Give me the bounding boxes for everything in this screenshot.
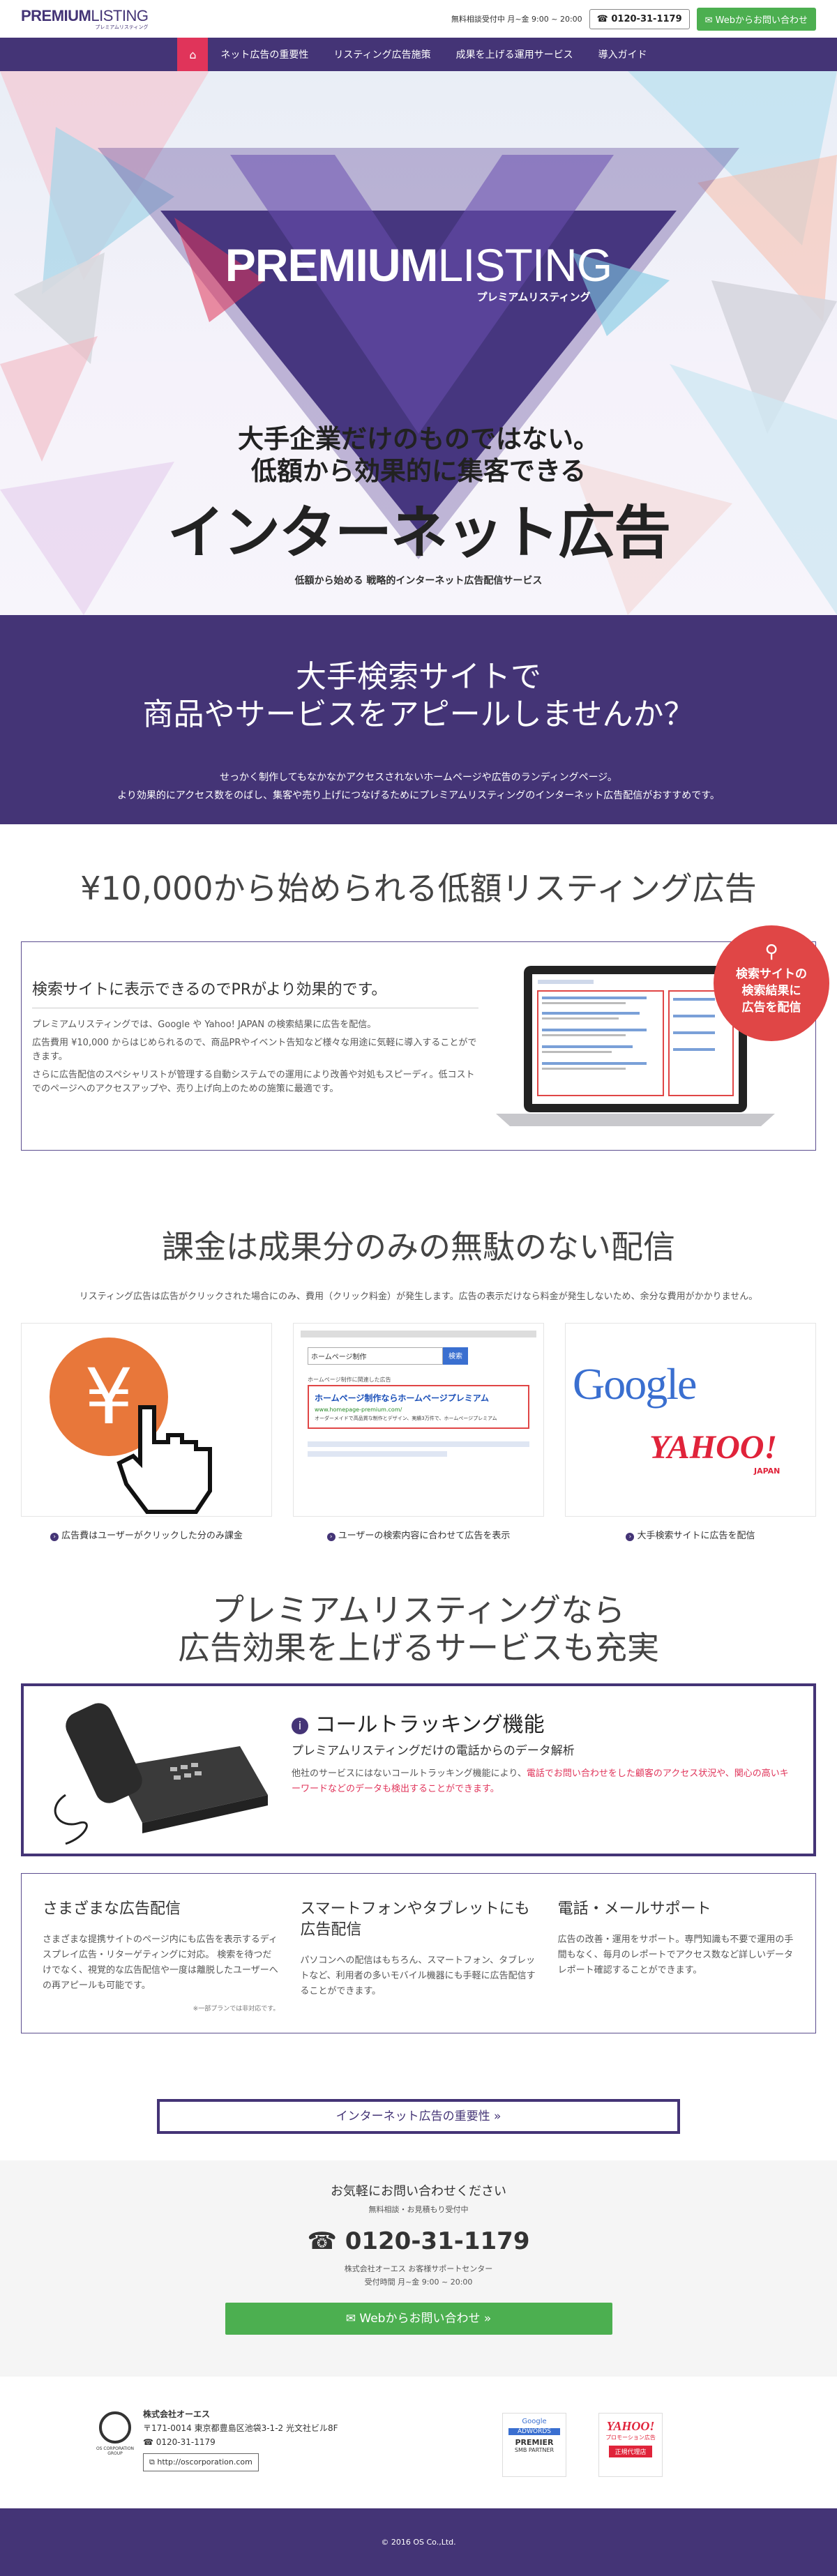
hours-text: 無料相談受付中 月~金 9:00 ~ 20:00: [451, 15, 582, 24]
google-logo: Google: [573, 1359, 697, 1409]
logo-sub: プレミアムリスティング: [95, 24, 149, 30]
mail-icon: ✉: [704, 15, 716, 26]
phone-icon: ☎: [596, 13, 612, 24]
external-link-icon: ⧉: [149, 2457, 158, 2467]
circle-arrow-icon: ›: [326, 1533, 335, 1541]
search-engine-logos-image: Google YAHOO! JAPAN: [565, 1323, 816, 1517]
feature-column: スマートフォンやタブレットにも広告配信 パソコンへの配信はもちろん、スマートフォ…: [289, 1899, 547, 2033]
hand-cursor-icon: [116, 1405, 212, 1514]
feature-column: さまざまな広告配信 さまざまな提携サイトのページ内にも広告を表示するディスプレイ…: [32, 1899, 289, 2033]
card-caption: 広告費はユーザーがクリックした分のみ課金: [61, 1531, 243, 1541]
main-nav: ⌂ ネット広告の重要性 リスティング広告施策 成果を上げる運用サービス 導入ガイ…: [0, 38, 837, 71]
mail-icon: ✉: [345, 2312, 360, 2326]
feature-note: ※一部プランでは非対応です。: [193, 2006, 280, 2013]
contact-company: 株式会社オーエス お客様サポートセンター 受付時間 月~金 9:00 ~ 20:0…: [344, 2264, 493, 2287]
google-partner-badge: Google ADWORDS PREMIER SMB PARTNER: [502, 2413, 566, 2477]
pricing-box: 検索サイトに表示できるのでPRがより効果的です。 プレミアムリスティングでは、G…: [21, 925, 829, 1151]
pricing-para: プレミアムリスティングでは、Google や Yahoo! JAPAN の検索結…: [32, 1020, 377, 1030]
nav-item-listing[interactable]: リスティング広告施策: [321, 38, 443, 71]
search-ad-mock-image: ホームページ制作 検索 ホームページ制作に関連した広告 ホームページ制作ならホー…: [293, 1323, 544, 1517]
call-tracking-subtitle: プレミアムリスティングだけの電話からのデータ解析: [292, 1744, 575, 1758]
feature-body: さまざまな提携サイトのページ内にも広告を表示するディスプレイ広告・リターゲティン…: [43, 1934, 278, 1991]
feature-title: スマートフォンやタブレットにも広告配信: [300, 1900, 530, 1939]
nav-item-guide[interactable]: 導入ガイド: [586, 38, 660, 71]
contact-heading: お気軽にお問い合わせください: [331, 2184, 506, 2199]
footer-address: 〒171-0014 東京都豊島区池袋3-1-2 光文社ビル8F: [143, 2423, 338, 2433]
footer-url-link[interactable]: ⧉ http://oscorporation.com: [143, 2453, 259, 2471]
footer-company: 株式会社オーエス: [143, 2409, 211, 2419]
info-icon: i: [292, 1717, 308, 1734]
feature-body: 広告の改善・運用をサポート。専門知識も不要で運用の手間もなく、毎月のレポートでア…: [557, 1934, 794, 1976]
circle-arrow-icon: ›: [626, 1533, 635, 1541]
services-title: プレミアムリスティングなら 広告効果を上げるサービスも充実: [178, 1591, 659, 1667]
contact-subheading: 無料相談・お見積もり受付中: [368, 2205, 469, 2214]
services-section: プレミアムリスティングなら 広告効果を上げるサービスも充実 i コールトラッキング…: [0, 1541, 837, 2134]
footer-info: OS CORPORATION GROUP 株式会社オーエス 〒171-0014 …: [0, 2377, 837, 2508]
contact-tel[interactable]: ☎ 0120-31-1179: [0, 2227, 837, 2255]
billing-subtitle: リスティング広告は広告がクリックされた場合にのみ、費用（クリック料金）が発生しま…: [79, 1291, 758, 1302]
group-logo: OS CORPORATION GROUP: [91, 2411, 140, 2456]
intro-title: 大手検索サイトで 商品やサービスをアピールしませんか？: [142, 659, 695, 732]
billing-title: 課金は成果分のみの無駄のない配信: [162, 1228, 675, 1266]
header-web-contact-button[interactable]: ✉ Webからお問い合わせ: [696, 7, 816, 31]
call-tracking-box: i コールトラッキング機能 プレミアムリスティングだけの電話からのデータ解析 他…: [21, 1683, 816, 1856]
header-tel-button[interactable]: ☎ 0120-31-1179: [589, 8, 690, 29]
pricing-box-title: 検索サイトに表示できるのでPRがより効果的です。: [32, 977, 478, 1008]
intro-body: せっかく制作してもなかなかアクセスされないホームページや広告のランディングページ…: [117, 772, 720, 801]
hero-section: PREMIUMLISTING プレミアムリスティング 大手企業だけのものではない…: [0, 71, 837, 615]
yen-click-image: ¥: [21, 1323, 272, 1517]
feature-title: さまざまな広告配信: [43, 1900, 181, 1918]
copyright-text: © 2016 OS Co.,Ltd.: [381, 2538, 456, 2547]
call-tracking-title: コールトラッキング機能: [315, 1713, 545, 1737]
billing-card: ホームページ制作 検索 ホームページ制作に関連した広告 ホームページ制作ならホー…: [293, 1323, 544, 1541]
contact-section: お気軽にお問い合わせください 無料相談・お見積もり受付中 ☎ 0120-31-1…: [0, 2160, 837, 2377]
feature-body: パソコンへの配信はもちろん、スマートフォン、タブレットなど、利用者の多いモバイル…: [300, 1955, 536, 1997]
telephone-image: [54, 1703, 268, 1845]
footer-tel: ☎ 0120-31-1179: [143, 2437, 216, 2447]
pricing-section: ¥10,000から始められる低額リスティング広告 検索サイトに表示できるのでPR…: [0, 824, 837, 1151]
search-icon: ⚲: [764, 941, 778, 962]
site-logo[interactable]: PREMIUMLISTING プレミアムリスティング: [21, 8, 149, 30]
pricing-para: さらに広告配信のスペシャリストが管理する自動システムでの運用により改善や対処もス…: [32, 1070, 475, 1094]
search-results-badge: ⚲ 検索サイトの 検索結果に 広告を配信: [714, 925, 829, 1041]
yahoo-agency-badge: YAHOO! プロモーション広告 正規代理店: [598, 2413, 663, 2477]
pricing-para: 広告費用 ¥10,000 からはじめられるので、商品PRやイベント告知など様々な…: [32, 1038, 477, 1062]
circle-arrow-icon: ›: [50, 1533, 59, 1541]
billing-card: Google YAHOO! JAPAN › 大手検索サイトに広告を配信: [565, 1323, 816, 1541]
intro-section: 大手検索サイトで 商品やサービスをアピールしませんか？ せっかく制作してもなかなか…: [0, 615, 837, 824]
yahoo-logo: YAHOO!: [649, 1429, 778, 1466]
hero-brand-logo: PREMIUMLISTING プレミアムリスティング: [225, 239, 612, 303]
hero-tagline: 低額から始める 戦略的インターネット広告配信サービス: [294, 575, 543, 586]
feature-title: 電話・メールサポート: [557, 1900, 711, 1918]
importance-link-button[interactable]: インターネット広告の重要性 »: [157, 2099, 680, 2134]
hero-big-title: インターネット広告: [167, 500, 671, 566]
card-caption: ユーザーの検索内容に合わせて広告を表示: [338, 1531, 511, 1541]
phone-icon: ☎: [143, 2437, 156, 2447]
top-bar: PREMIUMLISTING プレミアムリスティング 無料相談受付中 月~金 9…: [0, 0, 837, 38]
call-tracking-body: 他社のサービスにはないコールトラッキング機能により、電話でお問い合わせをした顧客…: [292, 1768, 789, 1794]
nav-item-importance[interactable]: ネット広告の重要性: [208, 38, 321, 71]
os-logo-icon: [99, 2411, 131, 2444]
card-caption: 大手検索サイトに広告を配信: [637, 1531, 755, 1541]
copyright-bar: © 2016 OS Co.,Ltd.: [0, 2508, 837, 2576]
phone-icon: ☎: [307, 2227, 345, 2255]
home-icon[interactable]: ⌂: [177, 38, 209, 71]
feature-column: 電話・メールサポート 広告の改善・運用をサポート。専門知識も不要で運用の手間もな…: [548, 1899, 805, 2033]
billing-section: 課金は成果分のみの無駄のない配信 リスティング広告は広告がクリックされた場合にの…: [0, 1151, 837, 1541]
features-box: さまざまな広告配信 さまざまな提携サイトのページ内にも広告を表示するディスプレイ…: [21, 1873, 816, 2033]
contact-web-button[interactable]: ✉ Webからお問い合わせ »: [225, 2303, 612, 2335]
billing-card: ¥ › 広告費はユーザーがクリックした分のみ課金: [21, 1323, 272, 1541]
pricing-title: ¥10,000から始められる低額リスティング広告: [80, 870, 757, 907]
nav-item-operations[interactable]: 成果を上げる運用サービス: [444, 38, 586, 71]
hero-headline: 大手企業だけのものではない。 低額から効果的に集客できる: [238, 424, 599, 486]
